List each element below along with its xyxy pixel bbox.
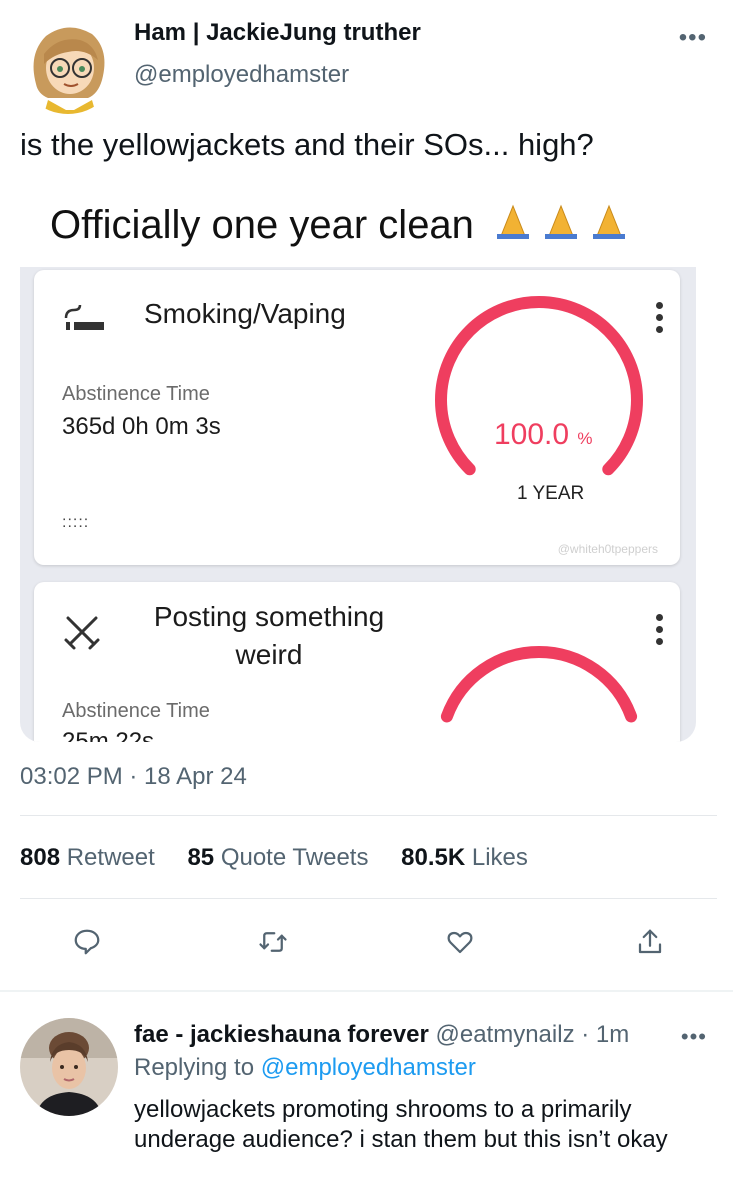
reply-author-name[interactable]: fae - jackieshauna forever [134, 1021, 429, 1048]
author-display-name[interactable]: Ham | JackieJung truther [134, 18, 421, 48]
progress-percent-value: 100.0 [494, 418, 570, 451]
retweets-label: Retweet [66, 844, 155, 871]
action-bar [0, 920, 733, 970]
quote-tweets-stat[interactable]: 85 Quote Tweets [187, 844, 368, 871]
reply-header: fae - jackieshauna forever @eatmynailz ·… [134, 1020, 629, 1050]
author-block[interactable]: Ham | JackieJung truther @employedhamste… [134, 18, 421, 90]
reply-text: yellowjackets promoting shrooms to a pri… [134, 1096, 668, 1153]
author-avatar[interactable] [18, 14, 118, 114]
watermark: @whiteh0tpeppers [557, 542, 658, 556]
more-horizontal-icon[interactable]: ••• [681, 1024, 707, 1050]
tracker-card-posting: Posting something weird Abstinence Time … [34, 582, 680, 742]
reply-author-avatar[interactable] [20, 1018, 118, 1116]
abstinence-label: Abstinence Time [62, 700, 210, 722]
media-caption-text: Officially one year clean [50, 203, 474, 247]
card-menu-icon[interactable] [656, 302, 664, 338]
replying-to: Replying to @employedhamster [134, 1053, 476, 1083]
reply-time[interactable]: · 1m [581, 1021, 629, 1048]
card-title-line2: weird [235, 639, 303, 670]
abstinence-value: 365d 0h 0m 3s [62, 413, 221, 440]
replying-to-link[interactable]: @employedhamster [261, 1054, 476, 1081]
progress-gauge [435, 296, 643, 476]
abstinence-value: 25m 22s [62, 728, 155, 742]
quotes-count: 85 [187, 844, 215, 871]
tweet-timestamp[interactable]: 03:02 PM · 18 Apr 24 [20, 762, 247, 792]
section-separator [0, 990, 733, 992]
tweet-text: is the yellowjackets and their SOs... hi… [20, 127, 594, 162]
replying-prefix: Replying to [134, 1054, 255, 1081]
card-title: Posting something weird [144, 598, 394, 674]
drag-handle-icon[interactable]: ::::: [62, 514, 89, 532]
period-label: 1 YEAR [517, 483, 585, 504]
retweets-stat[interactable]: 808 Retweet [20, 844, 155, 871]
share-icon[interactable] [630, 920, 670, 964]
abstinence-label: Abstinence Time [62, 383, 210, 405]
retweet-icon[interactable] [253, 920, 293, 964]
progress-percent: 100.0 % [494, 418, 593, 456]
likes-label: Likes [471, 844, 528, 871]
retweets-count: 808 [20, 844, 61, 871]
card-title: Smoking/Vaping [144, 298, 346, 329]
engagement-stats: 808 Retweet 85 Quote Tweets 80.5K Likes [20, 843, 554, 873]
reply-author-handle[interactable]: @eatmynailz [435, 1021, 574, 1048]
folded-hands-icon [491, 200, 641, 254]
cartoon-avatar-image [18, 14, 118, 114]
card-menu-icon[interactable] [656, 614, 664, 650]
tweet-media-image[interactable]: Officially one year clean Smoking/Vaping… [20, 190, 696, 742]
likes-stat[interactable]: 80.5K Likes [401, 844, 528, 871]
crossed-swords-icon [62, 612, 102, 657]
card-title-line1: Posting something [153, 601, 385, 632]
media-caption: Officially one year clean [50, 198, 641, 254]
reply-icon[interactable] [67, 920, 107, 964]
divider [20, 815, 717, 816]
photo-avatar-image [20, 1018, 118, 1116]
more-horizontal-icon[interactable]: ••• [679, 26, 707, 50]
progress-percent-unit: % [577, 429, 593, 448]
progress-gauge [440, 646, 638, 723]
tracker-card-smoking: Smoking/Vaping Abstinence Time 365d 0h 0… [34, 270, 680, 565]
divider [20, 898, 717, 899]
likes-count: 80.5K [401, 844, 466, 871]
author-handle[interactable]: @employedhamster [134, 60, 421, 90]
smoking-icon [62, 304, 106, 339]
quotes-label: Quote Tweets [220, 844, 369, 871]
like-icon[interactable] [440, 920, 480, 964]
